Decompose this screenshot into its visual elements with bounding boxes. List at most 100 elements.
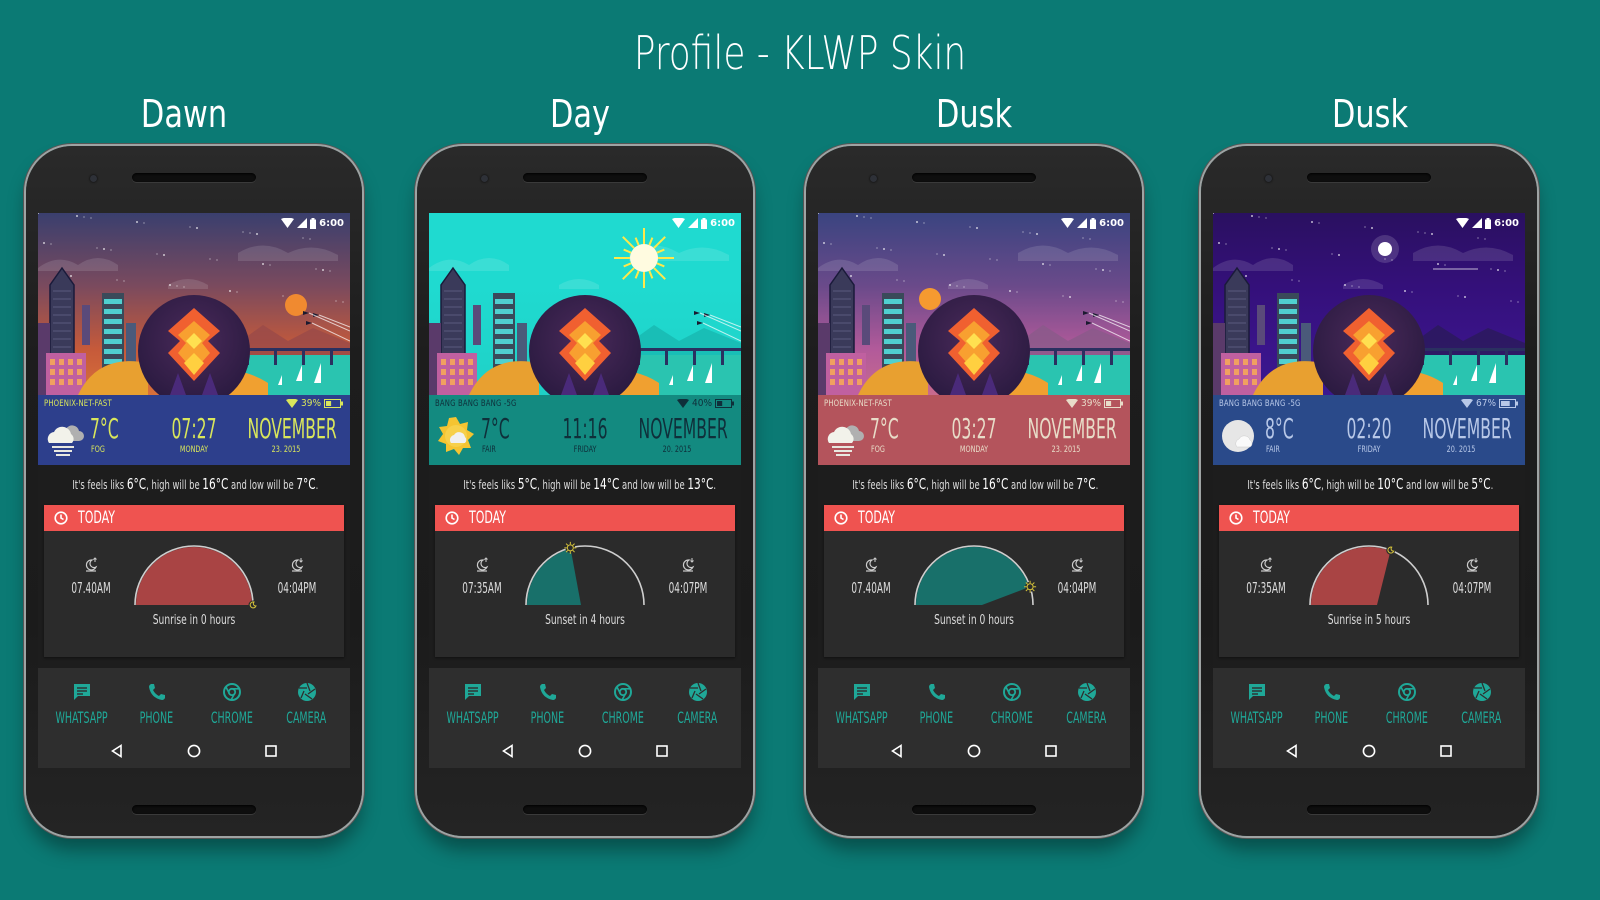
app-label: PHONE — [530, 708, 565, 727]
sunrise-block: 07.40AM — [836, 557, 906, 597]
clock-time: 11:16 — [562, 412, 608, 445]
sun-position-icon — [564, 541, 577, 554]
high-temp: 16°C — [202, 475, 229, 493]
moonset-icon — [1466, 558, 1479, 572]
app-label: WHATSAPP — [1230, 708, 1283, 727]
app-shortcut-phone[interactable]: PHONE — [512, 682, 584, 727]
high-temp: 10°C — [1377, 475, 1404, 493]
clock-time: 07:27 — [171, 412, 217, 445]
feels-like-summary: It's feels liks 6°C, high will be 16°C a… — [72, 475, 319, 493]
today-label: TODAY — [858, 508, 895, 528]
wifi-icon — [677, 399, 689, 408]
clock-icon — [1229, 511, 1243, 525]
signal-icon — [1472, 218, 1483, 228]
wallpaper-art — [818, 213, 1130, 395]
app-shortcut-phone[interactable]: PHONE — [901, 682, 973, 727]
home-button[interactable] — [578, 744, 592, 758]
page-title: Profile - KLWP Skin — [633, 26, 967, 80]
sunrise-block: 07:35AM — [447, 557, 517, 597]
home-button[interactable] — [967, 744, 981, 758]
feels-like-temp: 6°C — [1301, 475, 1322, 493]
feels-like-temp: 6°C — [126, 475, 147, 493]
app-shortcut-whatsapp[interactable]: WHATSAPP — [46, 682, 118, 727]
home-button[interactable] — [1362, 744, 1376, 758]
earpiece-speaker — [523, 173, 647, 182]
today-header[interactable]: TODAY — [44, 505, 344, 531]
clock-icon — [445, 511, 459, 525]
app-shortcut-camera[interactable]: CAMERA — [1446, 682, 1518, 727]
month-name: NOVEMBER — [1422, 412, 1512, 445]
app-shortcut-whatsapp[interactable]: WHATSAPP — [1221, 682, 1293, 727]
day-name: FRIDAY — [1357, 445, 1381, 455]
app-shortcut-chrome[interactable]: CHROME — [587, 682, 659, 727]
battery-percent: 39% — [301, 398, 321, 409]
back-button[interactable] — [1285, 744, 1299, 758]
weather-condition: FAIR — [482, 445, 496, 455]
sunrise-time: 07:35AM — [462, 579, 502, 597]
battery-icon — [701, 217, 708, 229]
daylight-arc — [914, 545, 1037, 606]
today-header[interactable]: TODAY — [824, 505, 1124, 531]
low-temp: 7°C — [1076, 475, 1096, 493]
moon-position-icon — [1386, 545, 1396, 555]
front-camera — [481, 175, 488, 182]
recents-button[interactable] — [264, 744, 278, 758]
app-shortcut-chrome[interactable]: CHROME — [1371, 682, 1443, 727]
app-shortcut-camera[interactable]: CAMERA — [662, 682, 734, 727]
app-label: CAMERA — [1461, 708, 1502, 727]
signal-icon — [1077, 218, 1088, 228]
today-card: TODAY 07:35AM 04:07PM Sunset in 4 hours — [435, 505, 735, 657]
app-shortcut-whatsapp[interactable]: WHATSAPP — [826, 682, 898, 727]
app-shortcut-chrome[interactable]: CHROME — [976, 682, 1048, 727]
today-header[interactable]: TODAY — [435, 505, 735, 531]
temperature: 7°C — [481, 412, 510, 445]
sunset-block: 04:04PM — [1042, 557, 1112, 597]
app-shortcut-phone[interactable]: PHONE — [1296, 682, 1368, 727]
sunset-block: 04:07PM — [1437, 557, 1507, 597]
home-button[interactable] — [187, 744, 201, 758]
back-button[interactable] — [501, 744, 515, 758]
today-header[interactable]: TODAY — [1219, 505, 1519, 531]
moonrise-icon — [85, 557, 98, 572]
variant-label-day: Day — [549, 92, 611, 136]
back-button[interactable] — [110, 744, 124, 758]
date-year: 23. 2015 — [271, 445, 301, 455]
wallpaper-illustration — [818, 213, 1130, 395]
signal-icon — [297, 218, 308, 228]
network-name: BANG BANG BANG -5G — [1219, 399, 1301, 409]
app-label: WHATSAPP — [835, 708, 888, 727]
info-panel: BANG BANG BANG -5G 67% 8°C FAIR 02:20 FR… — [1213, 395, 1525, 465]
navigation-bar — [818, 744, 1130, 758]
front-camera — [870, 175, 877, 182]
app-label: CAMERA — [1066, 708, 1107, 727]
fog-cloud-icon — [44, 415, 86, 457]
bottom-speaker — [132, 805, 256, 814]
sun-position-icon — [1024, 580, 1037, 593]
recents-button[interactable] — [1044, 744, 1058, 758]
app-label: WHATSAPP — [55, 708, 108, 727]
recents-button[interactable] — [655, 744, 669, 758]
app-shortcut-camera[interactable]: CAMERA — [1051, 682, 1123, 727]
sunrise-block: 07.40AM — [56, 557, 126, 597]
wallpaper-art — [1213, 213, 1525, 395]
moonset-icon — [291, 558, 304, 572]
recents-button[interactable] — [1439, 744, 1453, 758]
app-shortcut-whatsapp[interactable]: WHATSAPP — [437, 682, 509, 727]
sun-icon — [614, 228, 674, 288]
temperature: 7°C — [90, 412, 119, 445]
status-bar: 6:00 — [672, 216, 735, 230]
app-shortcut-camera[interactable]: CAMERA — [271, 682, 343, 727]
app-shortcut-chrome[interactable]: CHROME — [196, 682, 268, 727]
clock-icon — [54, 511, 68, 525]
sun-countdown: Sunset in 0 hours — [934, 613, 1014, 628]
message-icon — [463, 682, 483, 706]
moonrise-icon — [1260, 557, 1273, 572]
battery-icon — [1090, 217, 1097, 229]
back-button[interactable] — [890, 744, 904, 758]
phone-screen: 6:00 PHOENIX-NET-FAST 39% 7°C FOG 03:27 … — [818, 213, 1130, 768]
temperature: 8°C — [1265, 412, 1294, 445]
sun-countdown: Sunset in 4 hours — [545, 613, 625, 628]
chrome-icon — [222, 682, 242, 706]
app-shortcut-phone[interactable]: PHONE — [121, 682, 193, 727]
battery-indicator: 39% — [1066, 398, 1124, 409]
